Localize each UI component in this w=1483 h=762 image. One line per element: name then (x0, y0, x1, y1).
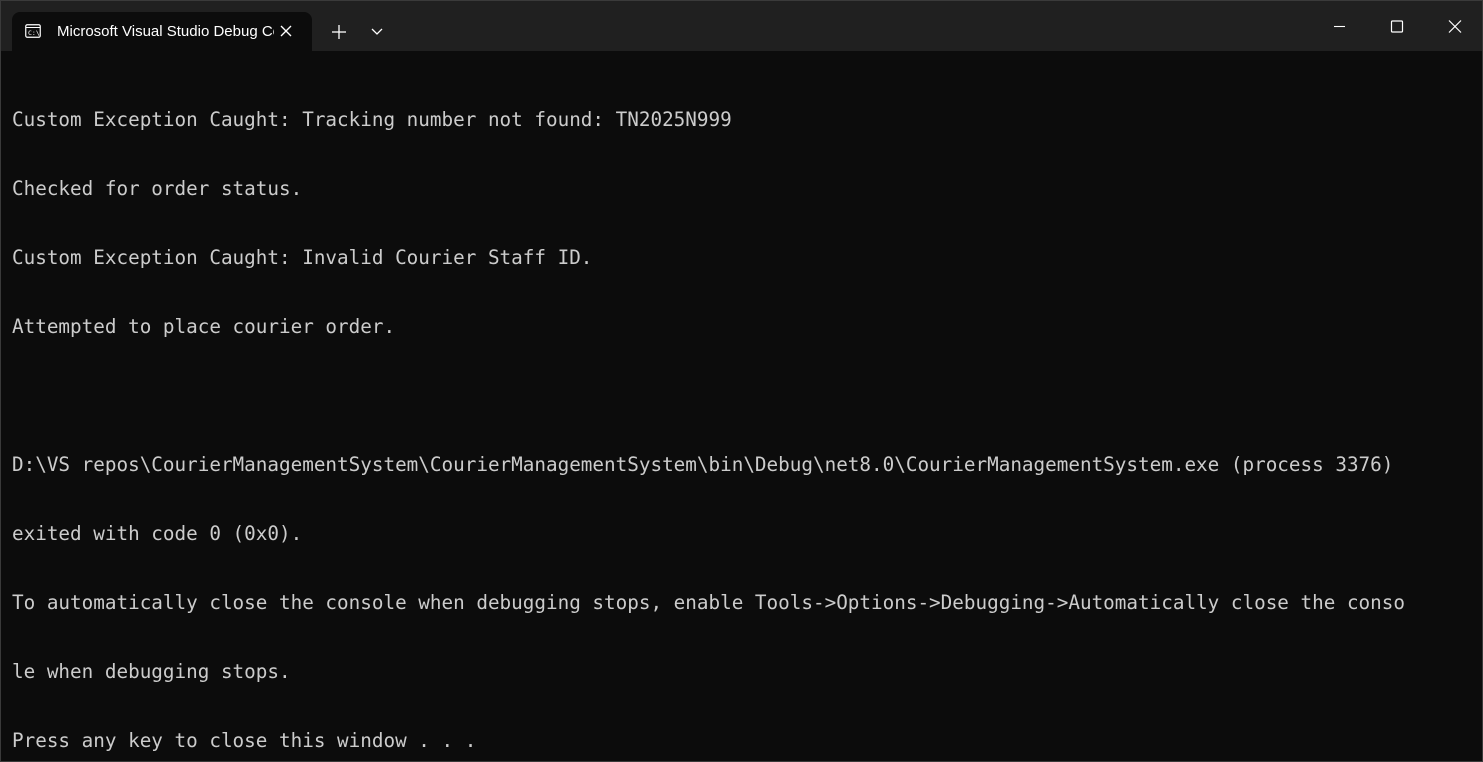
title-bar[interactable]: C:\ Microsoft Visual Studio Debug Consol… (1, 1, 1482, 51)
minimize-icon (1310, 1, 1368, 51)
console-line: le when debugging stops. (12, 660, 291, 683)
minimize-button[interactable] (1310, 1, 1368, 51)
terminal-window: C:\ Microsoft Visual Studio Debug Consol… (0, 0, 1483, 762)
maximize-icon (1368, 1, 1426, 51)
console-output[interactable]: Custom Exception Caught: Tracking number… (12, 62, 1474, 761)
console-line: Attempted to place courier order. (12, 315, 396, 338)
tab-close-button[interactable] (276, 21, 296, 41)
new-tab-button[interactable] (322, 16, 356, 46)
console-line: To automatically close the console when … (12, 591, 1405, 614)
chevron-down-icon (363, 16, 391, 46)
console-line: D:\VS repos\CourierManagementSystem\Cour… (12, 453, 1394, 476)
plus-icon (322, 16, 356, 46)
console-line: Checked for order status. (12, 177, 303, 200)
close-window-button[interactable] (1426, 1, 1482, 51)
close-icon (276, 21, 296, 41)
close-icon (1426, 1, 1482, 51)
console-app-icon: C:\ (25, 24, 41, 38)
console-line: Custom Exception Caught: Tracking number… (12, 108, 732, 131)
tab-debug-console[interactable]: C:\ Microsoft Visual Studio Debug Consol… (12, 12, 312, 51)
console-line: Custom Exception Caught: Invalid Courier… (12, 246, 593, 269)
maximize-button[interactable] (1368, 1, 1426, 51)
profile-dropdown-button[interactable] (363, 16, 391, 46)
console-line: Press any key to close this window . . . (12, 729, 477, 752)
tab-title: Microsoft Visual Studio Debug Console (57, 23, 274, 40)
svg-text:C:\: C:\ (28, 29, 40, 37)
console-line: exited with code 0 (0x0). (12, 522, 303, 545)
